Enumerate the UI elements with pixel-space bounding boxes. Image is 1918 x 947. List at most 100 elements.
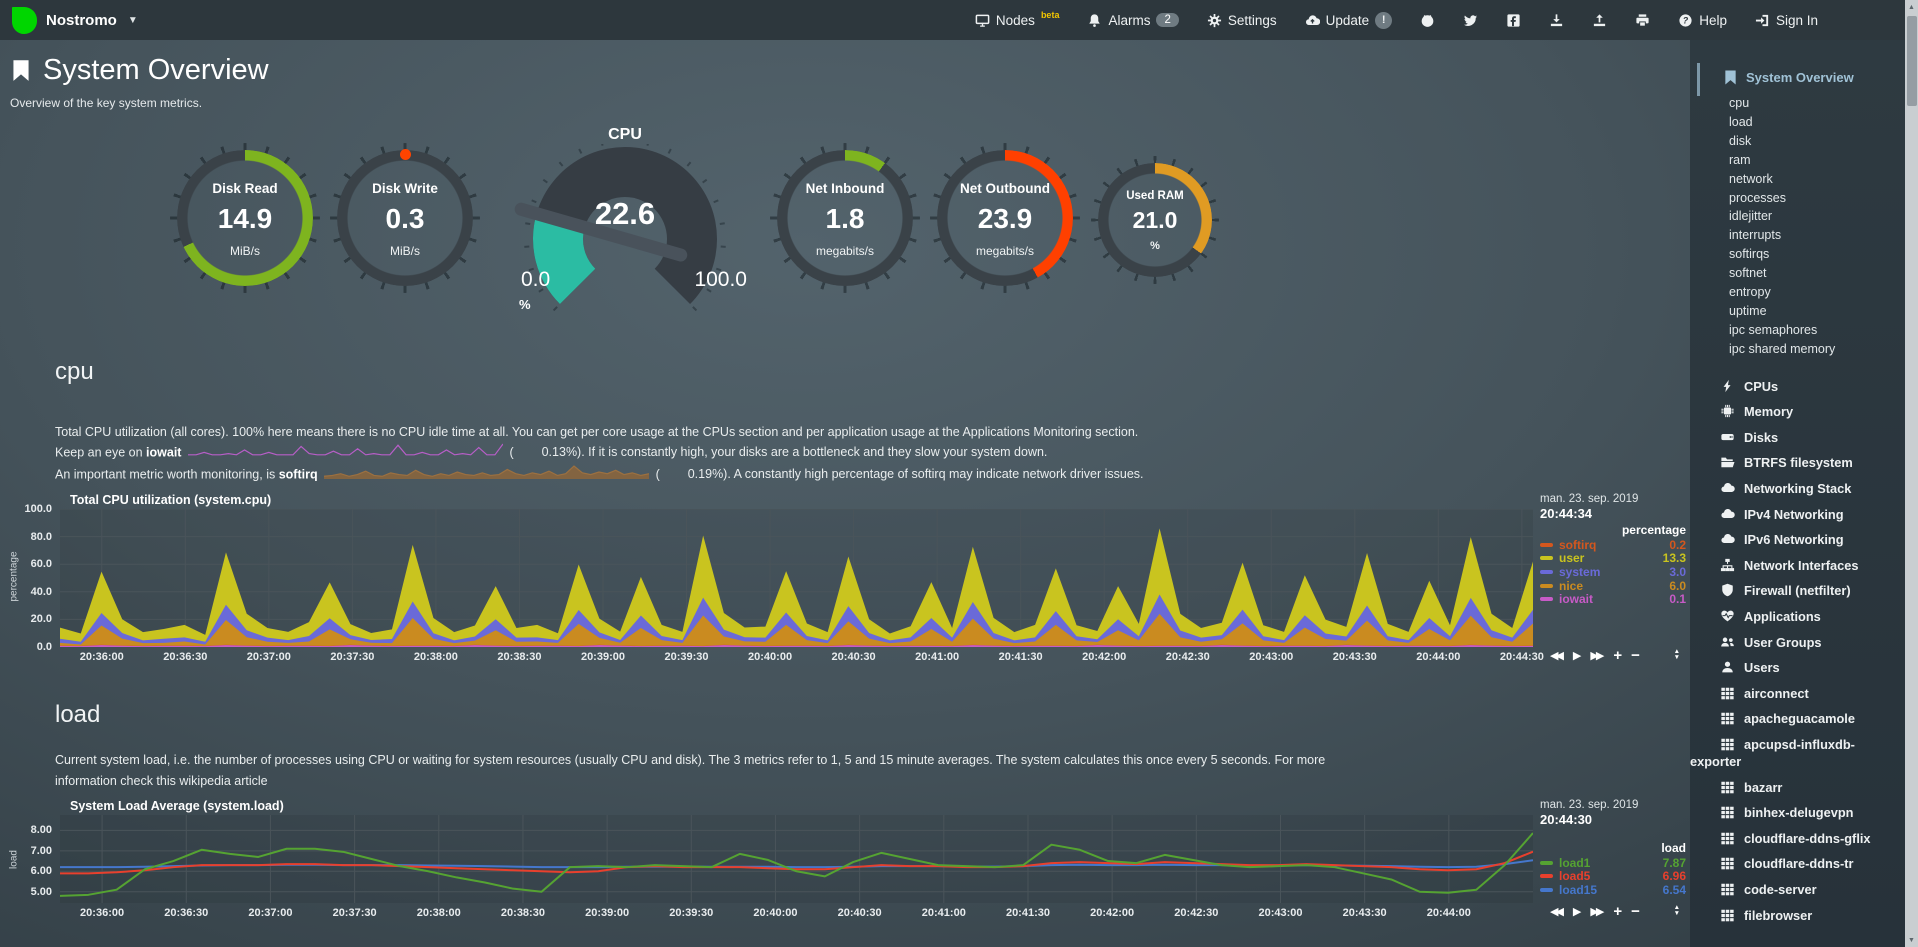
- bell-icon: [1087, 13, 1102, 28]
- chart-zoom-in-button[interactable]: +: [1613, 905, 1622, 918]
- nav-sign-in[interactable]: Sign In: [1755, 13, 1818, 28]
- nav-alarms[interactable]: Alarms 2: [1087, 13, 1178, 28]
- chart-resize-handle[interactable]: ▲▼: [1674, 649, 1680, 660]
- nav-help[interactable]: ? Help: [1678, 13, 1727, 28]
- legend-series-name: iowait: [1559, 592, 1593, 606]
- desc-text: An important metric worth monitoring, is: [55, 467, 279, 481]
- sidebar-section-user-groups[interactable]: User Groups: [1690, 634, 1899, 651]
- nav-sign-in-label: Sign In: [1776, 13, 1818, 28]
- sidebar-section-users[interactable]: Users: [1690, 659, 1899, 676]
- svg-text:?: ?: [1683, 15, 1689, 25]
- sidebar-item-interrupts[interactable]: interrupts: [1729, 226, 1899, 245]
- scroll-down-arrow[interactable]: ▼: [1905, 933, 1918, 947]
- chart-zoom-out-button[interactable]: −: [1631, 649, 1640, 662]
- sidebar-section-apcupsd-influxdb-exporter[interactable]: apcupsd-influxdb-exporter: [1690, 736, 1899, 770]
- chart-zoom-in-button[interactable]: +: [1613, 649, 1622, 662]
- sidebar-item-cpu[interactable]: cpu: [1729, 94, 1899, 113]
- legend-series-user[interactable]: user13.3: [1540, 552, 1690, 566]
- sidebar-section-network-interfaces[interactable]: Network Interfaces: [1690, 557, 1899, 574]
- chart-resize-handle[interactable]: ▲▼: [1674, 905, 1680, 916]
- chart-zoom-out-button[interactable]: −: [1631, 905, 1640, 918]
- nav-export[interactable]: [1549, 13, 1564, 28]
- sidebar-section-label: Memory: [1744, 404, 1793, 419]
- nav-nodes[interactable]: Nodes beta: [975, 13, 1060, 28]
- legend-series-load15[interactable]: load156.54: [1540, 883, 1690, 897]
- upload-icon: [1592, 13, 1607, 28]
- sidebar-item-load[interactable]: load: [1729, 113, 1899, 132]
- right-sidebar: System Overview cpuloaddiskramnetworkpro…: [1690, 40, 1905, 947]
- nav-settings[interactable]: Settings: [1207, 13, 1277, 28]
- chart-toolbar: ◀◀▶▶▶+−▲▼: [1550, 649, 1690, 665]
- chart-plot-area[interactable]: [60, 815, 1533, 903]
- sidebar-section-memory[interactable]: Memory: [1690, 403, 1899, 420]
- sidebar-section-firewall-netfilter-[interactable]: Firewall (netfilter): [1690, 582, 1899, 599]
- chart-toolbar: ◀◀▶▶▶+−▲▼: [1550, 905, 1690, 921]
- legend-series-load5[interactable]: load56.96: [1540, 870, 1690, 884]
- legend-series-system[interactable]: system3.0: [1540, 565, 1690, 579]
- sidebar-section-apacheguacamole[interactable]: apacheguacamole: [1690, 710, 1899, 727]
- legend-series-iowait[interactable]: iowait 0.1: [1540, 592, 1690, 606]
- sidebar-section-ipv4-networking[interactable]: IPv4 Networking: [1690, 506, 1899, 523]
- x-tick-label: 20:40:30: [832, 651, 876, 663]
- legend-series-load1[interactable]: load17.87: [1540, 856, 1690, 870]
- sidebar-section-btrfs-filesystem[interactable]: BTRFS filesystem: [1690, 454, 1899, 471]
- nav-import[interactable]: [1592, 13, 1607, 28]
- legend-series-nice[interactable]: nice6.0: [1540, 579, 1690, 593]
- chart-play-button[interactable]: ▶: [1573, 649, 1581, 662]
- sidebar-item-idlejitter[interactable]: idlejitter: [1729, 207, 1899, 226]
- page-scrollbar[interactable]: ▲ ▼: [1905, 0, 1918, 947]
- host-selector[interactable]: Nostromo ▼: [12, 7, 138, 34]
- chart-skip-forward-button[interactable]: ▶▶: [1590, 649, 1601, 662]
- scrollbar-thumb[interactable]: [1907, 16, 1917, 106]
- sidebar-section-networking-stack[interactable]: Networking Stack: [1690, 480, 1899, 497]
- gauge-cpu[interactable]: CPU 22.6 0.0 100.0 %: [485, 126, 765, 314]
- sidebar-item-processes[interactable]: processes: [1729, 189, 1899, 208]
- sidebar-section-label: Applications: [1744, 609, 1821, 624]
- nav-update[interactable]: Update !: [1305, 12, 1393, 29]
- sidebar-section-cloudflare-ddns-tr[interactable]: cloudflare-ddns-tr: [1690, 855, 1899, 872]
- sidebar-section-ipv6-networking[interactable]: IPv6 Networking: [1690, 531, 1899, 548]
- sidebar-section-disks[interactable]: Disks: [1690, 429, 1899, 446]
- nav-print[interactable]: [1635, 13, 1650, 28]
- nav-facebook[interactable]: [1506, 13, 1521, 28]
- sidebar-item-ipc-shared-memory[interactable]: ipc shared memory: [1729, 340, 1899, 359]
- sidebar-item-ipc-semaphores[interactable]: ipc semaphores: [1729, 321, 1899, 340]
- sidebar-section-filebrowser[interactable]: filebrowser: [1690, 907, 1899, 924]
- nav-twitter[interactable]: [1463, 13, 1478, 28]
- gauge-disk-write[interactable]: Disk Write 0.3 MiB/s: [325, 126, 485, 286]
- chart-play-button[interactable]: ▶: [1573, 905, 1581, 918]
- sidebar-item-softnet[interactable]: softnet: [1729, 264, 1899, 283]
- nav-github[interactable]: [1420, 13, 1435, 28]
- sidebar-section-binhex-delugevpn[interactable]: binhex-delugevpn: [1690, 804, 1899, 821]
- desc-text: (: [509, 445, 513, 459]
- gauge-disk-read[interactable]: Disk Read 14.9 MiB/s: [165, 126, 325, 286]
- sidebar-section-code-server[interactable]: code-server: [1690, 881, 1899, 898]
- sidebar-item-network[interactable]: network: [1729, 170, 1899, 189]
- chart-skip-backward-button[interactable]: ◀◀: [1550, 905, 1561, 918]
- sidebar-section-cloudflare-ddns-gflix[interactable]: cloudflare-ddns-gflix: [1690, 830, 1899, 847]
- sidebar-section-applications[interactable]: Applications: [1690, 608, 1899, 625]
- legend-series-softirq[interactable]: softirq0.2: [1540, 538, 1690, 552]
- sidebar-section-label: IPv4 Networking: [1744, 507, 1844, 522]
- sidebar-section-cpus[interactable]: CPUs: [1690, 378, 1899, 395]
- sidebar-section-label: code-server: [1744, 882, 1817, 897]
- chart-skip-forward-button[interactable]: ▶▶: [1590, 905, 1601, 918]
- gauge-net-outbound[interactable]: Net Outbound 23.9 megabits/s: [925, 126, 1085, 286]
- sidebar-item-disk[interactable]: disk: [1729, 132, 1899, 151]
- sidebar-item-entropy[interactable]: entropy: [1729, 283, 1899, 302]
- legend-series-value: 0.1: [1669, 592, 1690, 606]
- sidebar-subitems: cpuloaddiskramnetworkprocessesidlejitter…: [1723, 94, 1899, 359]
- sidebar-section-bazarr[interactable]: bazarr: [1690, 779, 1899, 796]
- gauge-used-ram[interactable]: Used RAM 21.0 %: [1085, 126, 1225, 277]
- sidebar-item-ram[interactable]: ram: [1729, 151, 1899, 170]
- scroll-up-arrow[interactable]: ▲: [1905, 0, 1918, 14]
- chart-plot-area[interactable]: [60, 509, 1533, 647]
- sidebar-item-system-overview[interactable]: System Overview: [1723, 70, 1899, 85]
- sidebar-item-softirqs[interactable]: softirqs: [1729, 245, 1899, 264]
- wikipedia-link[interactable]: wikipedia article: [179, 774, 267, 788]
- sidebar-section-label: cloudflare-ddns-gflix: [1744, 831, 1871, 846]
- sidebar-item-uptime[interactable]: uptime: [1729, 302, 1899, 321]
- sidebar-section-airconnect[interactable]: airconnect: [1690, 685, 1899, 702]
- gauge-net-inbound[interactable]: Net Inbound 1.8 megabits/s: [765, 126, 925, 286]
- chart-skip-backward-button[interactable]: ◀◀: [1550, 649, 1561, 662]
